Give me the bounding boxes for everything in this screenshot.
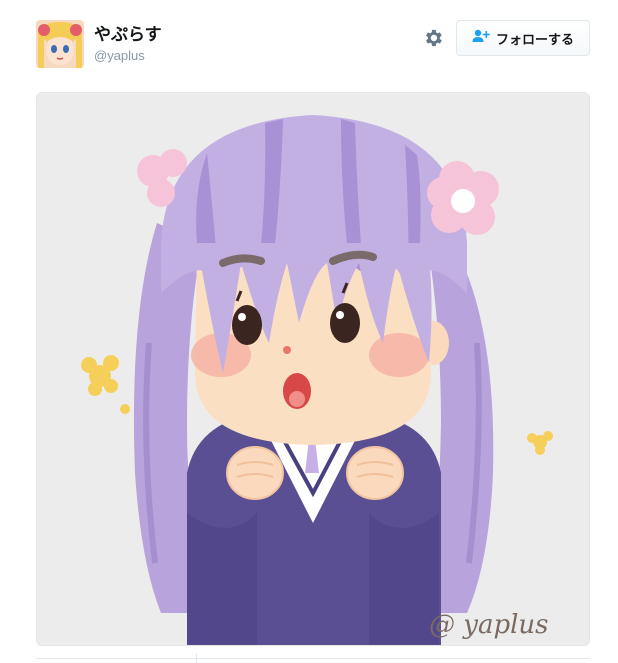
follow-button[interactable]: フォローする (456, 20, 590, 56)
follow-button-label: フォローする (495, 32, 574, 48)
signature: @ yaplus (429, 610, 549, 640)
avatar[interactable] (36, 20, 84, 68)
illustration: @ yaplus (37, 93, 589, 645)
tweet-media-image[interactable]: @ yaplus (36, 92, 590, 646)
add-user-icon (472, 29, 490, 48)
avatar-image (36, 20, 84, 68)
display-name[interactable]: やぷらす (94, 25, 162, 45)
gear-icon[interactable] (422, 27, 444, 49)
tweet-header: やぷらす @yaplus フォローする (0, 0, 618, 80)
divider (196, 654, 197, 663)
username-handle[interactable]: @yaplus (94, 48, 145, 64)
divider (36, 658, 590, 659)
